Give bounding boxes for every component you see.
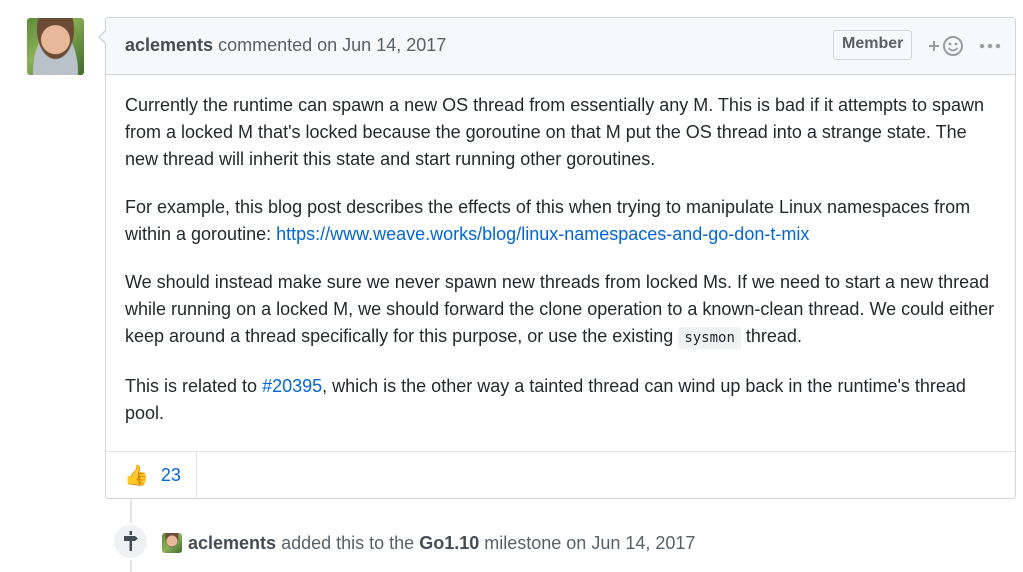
author-avatar[interactable]: [27, 18, 84, 75]
comment-meta: aclements commented on Jun 14, 2017: [125, 35, 446, 56]
paragraph-2: For example, this blog post describes th…: [125, 194, 996, 248]
paragraph-1: Currently the runtime can spawn a new OS…: [125, 95, 985, 169]
comment-action: commented on: [218, 35, 338, 55]
paragraph-3-end: thread.: [740, 326, 802, 346]
inline-code: sysmon: [678, 327, 741, 349]
paragraph-3: We should instead make sure we never spa…: [125, 269, 996, 352]
reactions-bar: 👍 23: [106, 451, 1015, 499]
comment-body: Currently the runtime can spawn a new OS…: [106, 75, 1015, 427]
paragraph-3-text: We should instead make sure we never spa…: [125, 272, 995, 346]
milestone-link[interactable]: Go1.10: [419, 533, 479, 553]
event-date[interactable]: Jun 14, 2017: [591, 533, 695, 553]
thumbs-up-icon: 👍: [124, 465, 149, 487]
milestone-badge: [112, 523, 149, 560]
paragraph-4: This is related to #20395, which is the …: [125, 373, 996, 427]
member-badge: Member: [833, 30, 913, 60]
reaction-count: 23: [160, 465, 181, 485]
milestone-icon: [124, 531, 138, 551]
comment-date[interactable]: Jun 14, 2017: [342, 35, 446, 55]
comment-header: aclements commented on Jun 14, 2017 Memb…: [106, 18, 1015, 75]
blog-post-link[interactable]: https://www.weave.works/blog/linux-names…: [276, 224, 809, 244]
paragraph-4-text: This is related to: [125, 376, 263, 396]
comment-box: aclements commented on Jun 14, 2017 Memb…: [98, 17, 1016, 499]
event-text-end: milestone on: [484, 533, 587, 553]
smiley-plus-icon[interactable]: [927, 33, 967, 59]
event-author-avatar[interactable]: [162, 533, 182, 553]
event-author-link[interactable]: aclements: [188, 533, 276, 553]
event-text-mid: added this to the: [281, 533, 415, 553]
thumbs-up-reaction-button[interactable]: 👍 23: [106, 452, 197, 499]
author-link[interactable]: aclements: [125, 35, 213, 55]
milestone-event: aclements added this to the Go1.10 miles…: [188, 533, 695, 554]
kebab-horizontal-icon[interactable]: [978, 34, 1002, 58]
issue-link[interactable]: #20395: [262, 376, 322, 396]
